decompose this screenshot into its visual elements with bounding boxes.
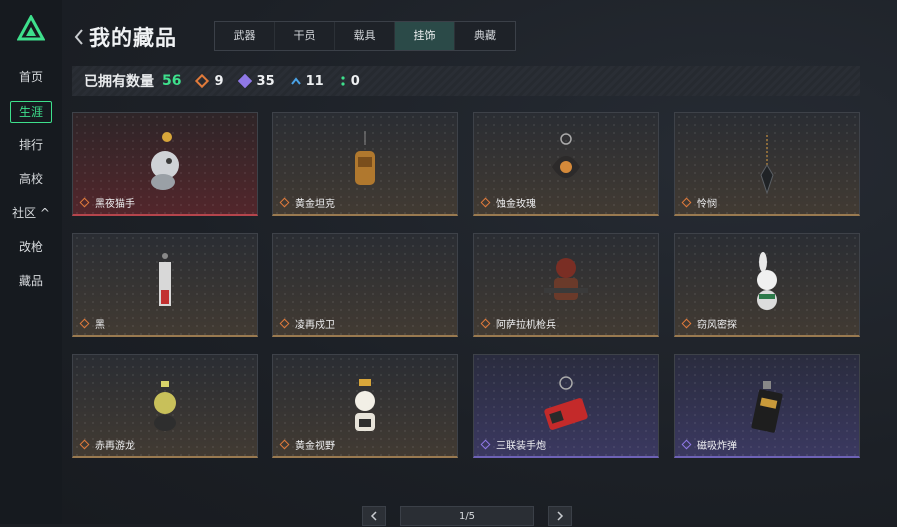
orange-count: 9 [195,73,224,89]
prev-page-button[interactable] [362,506,386,526]
rarity-icon [480,197,491,208]
charm-card[interactable]: 三联装手炮 [473,354,659,458]
charm-name: 黄金坦克 [295,199,335,210]
charm-card[interactable]: 黑 [72,233,258,337]
rarity-icon [681,197,692,208]
charm-card[interactable]: 窃风密探 [674,233,860,337]
cannon-charm-icon [544,376,588,430]
chevron-left-icon [370,511,377,521]
green-dots-icon [341,76,345,86]
orange-count-value: 9 [214,73,224,89]
charm-name: 蚀金玫瑰 [496,199,536,210]
page-indicator: 1/5 [400,506,534,526]
rarity-icon [279,439,290,450]
main-panel: 我的藏品 武器 干员 载具 挂饰 典藏 已拥有数量 56 9 35 11 0 黑… [62,0,897,526]
charm-card[interactable]: 磁吸炸弹 [674,354,860,458]
sidebar: 首页 生涯 排行 高校 社区 ^ 改枪 藏品 [0,0,63,524]
blue-chevron-icon [290,77,301,85]
charm-card[interactable]: 黄金坦克 [272,112,458,216]
sidebar-item-school[interactable]: 高校 [10,169,52,189]
gunner-charm-icon [544,258,588,300]
purple-count: 35 [237,73,275,89]
charm-name: 磁吸炸弹 [697,441,737,452]
sidebar-item-collection[interactable]: 藏品 [10,271,52,291]
charm-card[interactable]: 蚀金玫瑰 [473,112,659,216]
charm-name: 黑夜猫手 [95,199,135,210]
pagination: 1/5 [362,506,572,526]
rarity-icon [480,439,491,450]
rose-charm-icon [552,133,580,178]
chevron-right-icon [557,511,564,521]
owned-count-label: 已拥有数量 [84,74,154,90]
charm-name: 黄金视野 [295,441,335,452]
app-logo-icon[interactable] [17,15,45,41]
blue-count-value: 11 [305,73,324,89]
sidebar-item-ranking[interactable]: 排行 [10,135,52,155]
sidebar-item-gunsmith[interactable]: 改枪 [10,237,52,257]
rarity-icon [79,318,90,329]
charm-name: 凌再戍卫 [295,320,335,331]
tank-charm-icon [355,131,375,185]
category-tabs: 武器 干员 载具 挂饰 典藏 [214,21,516,51]
rarity-icon [279,318,290,329]
rarity-icon [681,318,692,329]
green-count-value: 0 [350,73,360,89]
rarity-icon [279,197,290,208]
sidebar-item-career[interactable]: 生涯 [10,101,52,123]
blue-count: 11 [290,73,324,89]
sidebar-item-home[interactable]: 首页 [10,67,52,87]
back-arrow-icon[interactable] [72,27,86,47]
tab-weapons[interactable]: 武器 [215,22,275,50]
next-page-button[interactable] [548,506,572,526]
charm-card[interactable]: 怜悯 [674,112,860,216]
charm-name: 窃风密探 [697,320,737,331]
tab-collection[interactable]: 典藏 [455,22,515,50]
charm-name: 怜悯 [697,199,717,210]
charm-name: 阿萨拉机枪兵 [496,320,556,331]
charm-name: 黑 [95,320,105,331]
purple-diamond-icon [237,73,252,89]
rarity-icon [79,197,90,208]
dagger-charm-icon [760,135,774,195]
owned-stats-bar: 已拥有数量 56 9 35 11 0 [72,66,860,96]
page-title: 我的藏品 [89,26,177,50]
orange-diamond-icon [195,73,210,89]
bomb-charm-icon [751,381,783,433]
dragon-charm-icon [154,381,176,431]
owned-count-total: 56 [162,73,182,89]
cat-charm-icon [151,132,179,190]
robot-charm-icon [355,379,375,431]
charm-name: 三联装手炮 [496,441,546,452]
tag-charm-icon [159,253,171,306]
rarity-icon [79,439,90,450]
rabbit-charm-icon [757,252,777,310]
charm-card[interactable]: 黑夜猫手 [72,112,258,216]
charm-name: 赤再游龙 [95,441,135,452]
purple-count-value: 35 [256,73,275,89]
tab-operators[interactable]: 干员 [275,22,335,50]
tab-charms[interactable]: 挂饰 [395,22,455,50]
charm-card[interactable]: 赤再游龙 [72,354,258,458]
charm-card[interactable]: 阿萨拉机枪兵 [473,233,659,337]
tab-vehicles[interactable]: 载具 [335,22,395,50]
charm-card[interactable]: 黄金视野 [272,354,458,458]
charm-card[interactable]: 凌再戍卫 [272,233,458,337]
rarity-icon [681,439,692,450]
sidebar-item-community[interactable]: 社区 ^ [10,203,52,223]
green-count: 0 [340,74,360,89]
rarity-icon [480,318,491,329]
